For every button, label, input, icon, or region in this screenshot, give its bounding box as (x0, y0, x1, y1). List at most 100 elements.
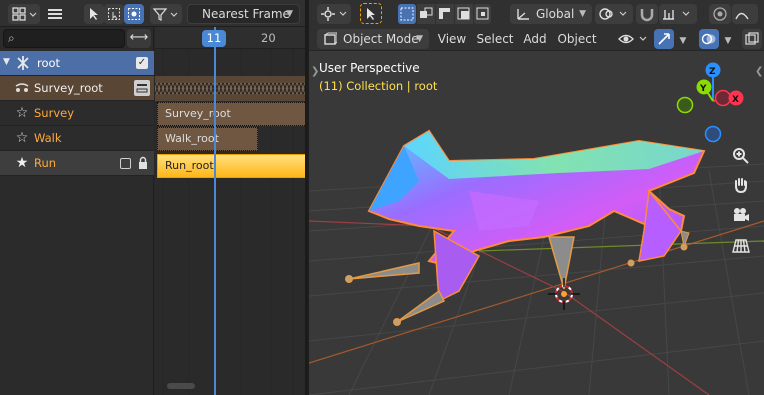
push-down-button[interactable] (134, 80, 150, 96)
tweak-select-icon (128, 8, 140, 20)
nla-strip-survey[interactable]: Survey_root (157, 102, 305, 126)
perspective-toggle-button[interactable] (728, 233, 754, 259)
zoom-button[interactable] (728, 143, 754, 169)
chevron-down-icon: ▼ (724, 36, 732, 46)
mute-checkbox[interactable] (120, 158, 131, 169)
filter-button[interactable] (150, 4, 182, 24)
swap-button[interactable]: ⟷ (127, 29, 151, 48)
overlays-toggle[interactable] (699, 29, 719, 49)
channel-run[interactable]: ★ Run (0, 151, 154, 176)
box-select-icon (108, 8, 120, 20)
armature-icon (17, 56, 29, 70)
channel-label: Walk (34, 131, 62, 145)
action-row (155, 76, 305, 101)
proportional-falloff-dropdown[interactable] (732, 4, 758, 24)
star-filled-icon: ★ (15, 155, 29, 171)
channel-label: root (37, 56, 61, 70)
channel-search-input[interactable]: ⌕ (3, 29, 125, 48)
camera-view-button[interactable] (728, 202, 754, 228)
proportional-edit-toggle[interactable] (709, 4, 731, 24)
channel-label: Survey_root (34, 81, 103, 95)
gizmo-toggle[interactable] (654, 29, 674, 49)
viewport-menu-header: Object Mode ▼ View Select Add Object ▼ ▼ (309, 27, 764, 51)
proportional-edit-icon (713, 7, 727, 21)
hand-pan-icon (735, 178, 747, 194)
editor-type-button[interactable] (8, 4, 40, 24)
menu-object[interactable]: Object (555, 29, 599, 49)
chevron-down-icon: ▼ (286, 9, 293, 19)
overlays-icon (701, 33, 716, 45)
pivot-point-dropdown[interactable] (595, 4, 633, 24)
zoom-icon (733, 148, 749, 164)
transform-orientation-dropdown[interactable]: Global ▼ (510, 4, 592, 24)
channel-survey-root[interactable]: Survey_root (0, 76, 154, 101)
eye-icon (618, 34, 647, 44)
3d-cursor[interactable] (548, 278, 580, 310)
mode-dropdown[interactable]: Object Mode ▼ (317, 29, 429, 49)
3d-viewport[interactable]: Global ▼ Object Mode ▼ View Select Add O… (309, 0, 764, 395)
orientation-axes-icon (517, 9, 529, 20)
star-outline-icon: ☆ (15, 130, 29, 146)
xray-toggle[interactable] (742, 29, 762, 49)
chevron-down-icon: ▼ (679, 36, 687, 46)
snap-element-dropdown[interactable] (659, 4, 697, 24)
snap-toggle[interactable] (636, 4, 658, 24)
z-axis-label: Z (709, 67, 716, 77)
disclosure-triangle-icon[interactable]: ▼ (3, 57, 10, 67)
swap-arrows-icon: ⟷ (129, 30, 149, 45)
viewport-tool-header: Global ▼ (309, 0, 764, 27)
star-outline-icon: ☆ (15, 105, 29, 121)
view-name-label: User Perspective (319, 61, 420, 75)
visibility-dropdown[interactable] (617, 29, 653, 49)
cursor-select-icon (90, 8, 98, 20)
channel-walk[interactable]: ☆ Walk (0, 126, 154, 151)
channel-label: Survey (34, 106, 75, 120)
horizontal-scrollbar[interactable] (167, 383, 195, 389)
select-tool-button[interactable] (360, 3, 382, 24)
nla-editor: Nearest Frame ▼ ⌕ ⟷ ▼ root ✓ Survey_root (0, 0, 307, 395)
nla-channel-region: ⌕ ⟷ ▼ root ✓ Survey_root ☆ Survey ☆ Walk… (0, 27, 154, 395)
channel-survey[interactable]: ☆ Survey (0, 101, 154, 126)
frame-ruler[interactable]: 20 (155, 27, 305, 49)
gizmo-dropdown[interactable]: ▼ (675, 29, 691, 49)
tool-select-tweak[interactable] (124, 4, 144, 24)
viewport-scene[interactable]: Z X Y (309, 51, 764, 395)
pan-button[interactable] (728, 172, 754, 198)
overlays-dropdown[interactable]: ▼ (720, 29, 736, 49)
nla-strip-run[interactable]: Run_root (157, 154, 305, 178)
channel-root[interactable]: ▼ root ✓ (0, 51, 154, 76)
object-mode-icon (324, 32, 337, 45)
menu-select[interactable]: Select (475, 29, 515, 49)
snap-mode-dropdown[interactable]: Nearest Frame ▼ (187, 4, 300, 24)
tool-select-box[interactable] (104, 4, 124, 24)
menu-add[interactable]: Add (519, 29, 551, 49)
grid-perspective-icon (732, 239, 750, 253)
playhead-line[interactable] (214, 27, 216, 395)
3d-viewport-icon (321, 7, 347, 21)
camera-icon (734, 208, 749, 221)
menu-button[interactable] (44, 4, 66, 24)
nla-strip-walk[interactable]: Walk_root (157, 127, 258, 151)
snap-mode-value: Nearest Frame (202, 7, 290, 21)
chevron-down-icon: ▼ (579, 9, 586, 19)
x-axis-line (309, 220, 764, 364)
mode-value: Object Mode (343, 32, 419, 46)
tool-select-cursor[interactable] (84, 4, 104, 24)
menu-view[interactable]: View (435, 29, 469, 49)
collection-info-label: (11) Collection | root (319, 79, 438, 93)
nla-header: Nearest Frame ▼ (0, 0, 305, 27)
cursor-arrow-icon (367, 8, 375, 20)
funnel-icon (152, 8, 178, 21)
nla-strip-area[interactable]: 20 Survey_root Walk_root Run_root 11 (155, 27, 305, 395)
push-down-icon (136, 84, 148, 93)
magnet-icon (640, 9, 654, 22)
editor-type-button[interactable] (317, 4, 351, 24)
falloff-curve-icon (735, 12, 749, 20)
checkbox-checked[interactable]: ✓ (136, 57, 148, 69)
current-frame-indicator[interactable]: 11 (202, 30, 226, 47)
lock-icon[interactable] (137, 156, 149, 170)
snap-increment-icon (663, 10, 690, 20)
action-hatch-pattern (155, 83, 305, 94)
x-axis-label: X (732, 95, 739, 105)
navigation-gizmo[interactable]: Z X Y (676, 62, 744, 143)
